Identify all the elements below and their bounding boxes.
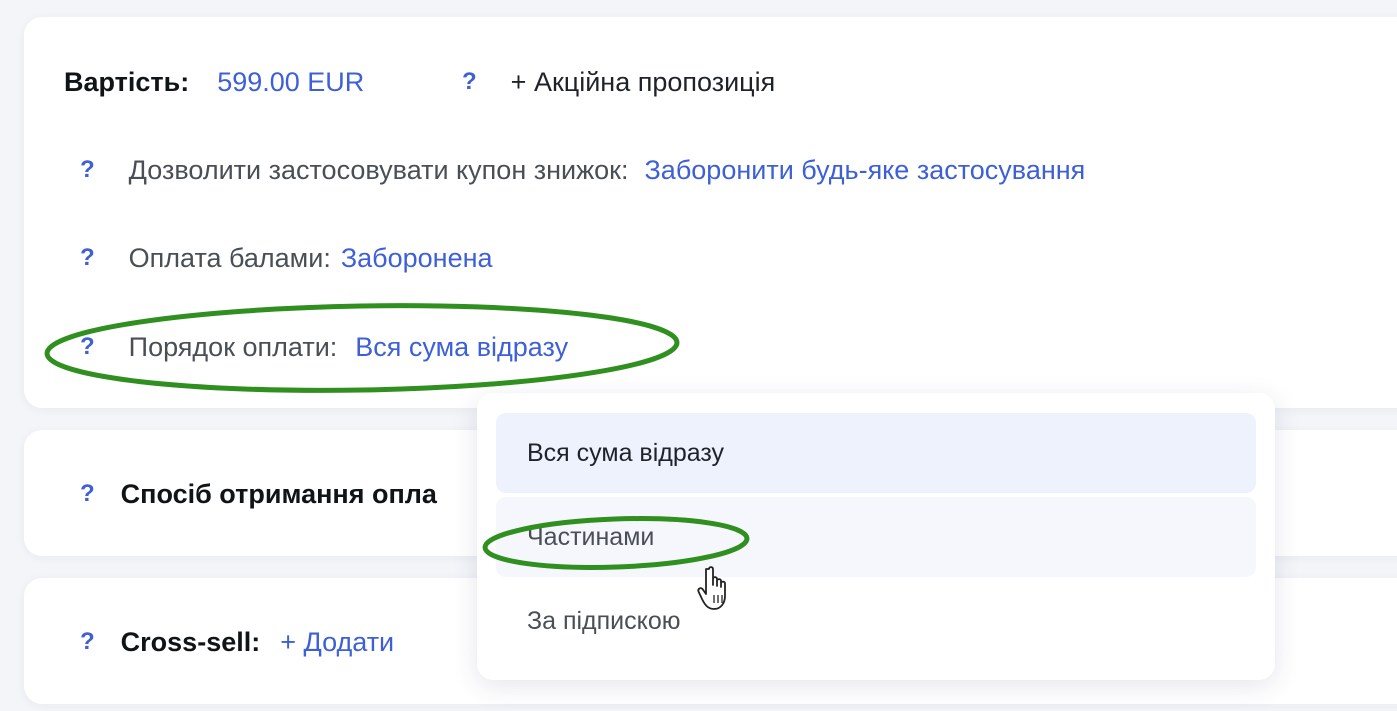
receipt-row: ? Спосіб отримання опла [80, 476, 437, 512]
question-icon[interactable]: ? [80, 156, 95, 184]
coupon-value-link[interactable]: Заборонити будь-яке застосування [645, 155, 1086, 186]
question-icon[interactable]: ? [80, 333, 95, 361]
points-value-link[interactable]: Заборонена [341, 243, 493, 274]
payment-order-dropdown: Вся сума відразу Частинами За підпискою [477, 393, 1275, 680]
coupon-label: Дозволити застосовувати купон знижок: [128, 154, 629, 185]
coupon-row: ? Дозволити застосовувати купон знижок: … [80, 152, 1085, 188]
dropdown-option-installments[interactable]: Частинами [496, 497, 1256, 577]
cross-sell-add-link[interactable]: + Додати [280, 627, 394, 658]
dropdown-option-subscription[interactable]: За підпискою [496, 581, 1256, 661]
question-icon[interactable]: ? [80, 480, 95, 508]
price-help-row: ? + Акційна пропозиція [462, 64, 775, 100]
price-value[interactable]: 599.00 EUR [217, 67, 364, 98]
cross-sell-label: Cross-sell: [120, 626, 261, 657]
receipt-label: Спосіб отримання опла [120, 478, 437, 509]
question-icon[interactable]: ? [80, 628, 95, 656]
cross-sell-row: ? Cross-sell: + Додати [80, 624, 394, 660]
price-row: Вартість: 599.00 EUR [64, 64, 364, 100]
promo-offer-link[interactable]: + Акційна пропозиція [511, 67, 776, 98]
hand-cursor-icon [697, 566, 726, 610]
question-icon[interactable]: ? [80, 244, 95, 272]
payment-order-value-link[interactable]: Вся сума відразу [355, 332, 568, 363]
points-label: Оплата балами: [128, 242, 331, 273]
payment-order-label: Порядок оплати: [128, 331, 338, 362]
question-icon[interactable]: ? [462, 68, 477, 96]
dropdown-option-full[interactable]: Вся сума відразу [496, 413, 1256, 493]
points-row: ? Оплата балами: Заборонена [80, 240, 493, 276]
price-label: Вартість: [64, 66, 190, 97]
payment-order-row: ? Порядок оплати: Вся сума відразу [80, 329, 568, 365]
